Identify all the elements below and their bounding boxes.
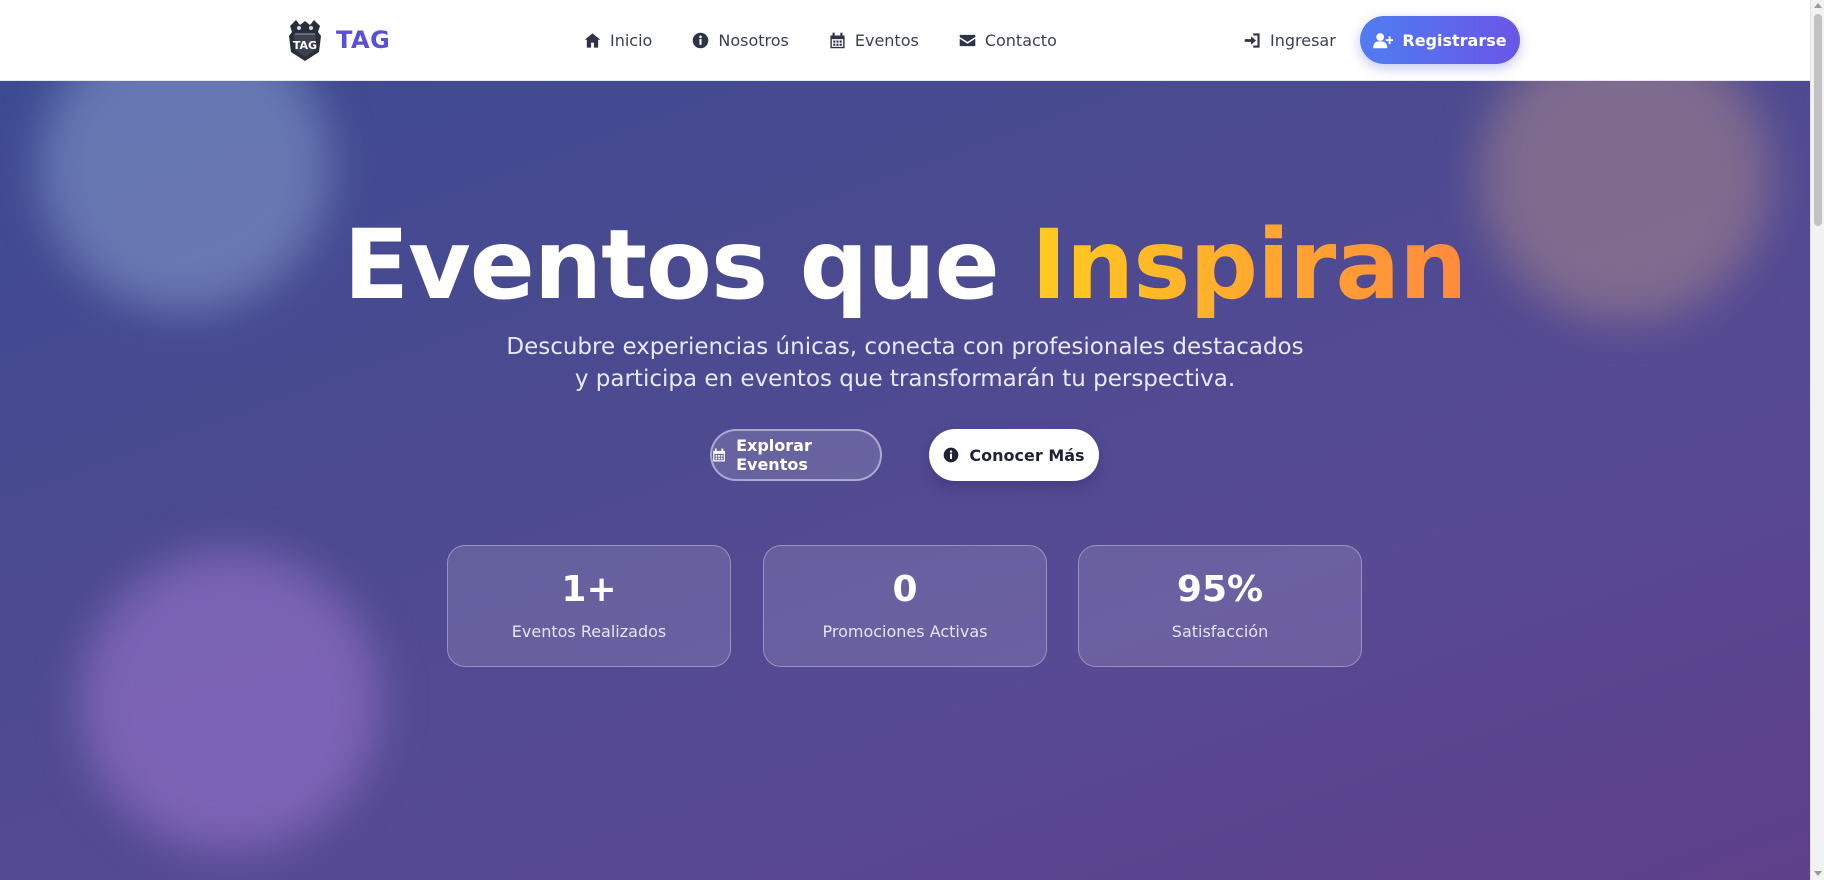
stat-value: 95%	[1176, 569, 1264, 610]
sign-in-icon	[1244, 32, 1260, 48]
main-nav: Inicio Nosotros Eventos Contacto	[584, 22, 1097, 58]
hero-section: Eventos que Inspiran Descubre experienci…	[0, 81, 1810, 880]
stat-card-promotions: 0 Promociones Activas	[763, 545, 1047, 667]
explore-events-button[interactable]: Explorar Eventos	[710, 429, 882, 481]
envelope-icon	[959, 34, 976, 46]
page: TAG TAG Inicio Nosotros Eventos Contacto	[0, 0, 1810, 880]
login-link[interactable]: Ingresar	[1244, 22, 1336, 58]
login-label: Ingresar	[1270, 30, 1336, 50]
nav-label-nosotros: Nosotros	[718, 30, 789, 50]
scrollbar-thumb[interactable]	[1814, 14, 1822, 226]
nav-item-contacto[interactable]: Contacto	[959, 31, 1057, 50]
nav-label-inicio: Inicio	[610, 30, 653, 50]
info-circle-icon	[944, 447, 959, 463]
hero-title-main: Eventos que	[343, 209, 1000, 321]
learn-more-label: Conocer Más	[969, 445, 1085, 465]
stat-value: 1+	[561, 569, 617, 610]
stat-value: 0	[892, 569, 918, 610]
explore-events-label: Explorar Eventos	[736, 436, 812, 474]
logo-text: TAG	[293, 39, 317, 52]
page-scrollbar[interactable]	[1810, 0, 1824, 880]
scroll-up-arrow-icon[interactable]	[1814, 3, 1822, 8]
nav-label-eventos: Eventos	[854, 30, 919, 50]
stat-label: Eventos Realizados	[511, 622, 667, 641]
calendar-icon	[713, 448, 725, 462]
stat-label: Promociones Activas	[822, 622, 988, 641]
learn-more-button[interactable]: Conocer Más	[929, 429, 1099, 481]
navbar: TAG TAG Inicio Nosotros Eventos Contacto	[0, 0, 1810, 81]
register-label: Registrarse	[1402, 30, 1507, 50]
hero-title: Eventos que Inspiran	[0, 205, 1810, 325]
nav-label-contacto: Contacto	[984, 30, 1057, 50]
stat-label: Satisfacción	[1171, 622, 1269, 641]
tag-crest-logo: TAG	[289, 20, 321, 61]
decorative-blob	[80, 551, 380, 851]
nav-item-nosotros[interactable]: Nosotros	[692, 31, 789, 50]
register-button[interactable]: Registrarse	[1360, 16, 1520, 64]
hero-title-accent: Inspiran	[1031, 209, 1467, 321]
stat-card-events: 1+ Eventos Realizados	[447, 545, 731, 667]
stat-card-satisfaction: 95% Satisfacción	[1078, 545, 1362, 667]
user-plus-icon	[1373, 32, 1394, 48]
info-circle-icon	[693, 32, 709, 48]
hero-subtitle: Descubre experiencias únicas, conecta co…	[506, 334, 1304, 392]
brand-name: TAG	[336, 26, 391, 54]
scroll-down-arrow-icon[interactable]	[1814, 871, 1822, 876]
brand-link[interactable]: TAG TAG	[286, 18, 390, 62]
nav-item-inicio[interactable]: Inicio	[584, 31, 652, 50]
nav-item-eventos[interactable]: Eventos	[829, 31, 919, 50]
home-icon	[584, 32, 601, 48]
calendar-icon	[830, 32, 845, 48]
